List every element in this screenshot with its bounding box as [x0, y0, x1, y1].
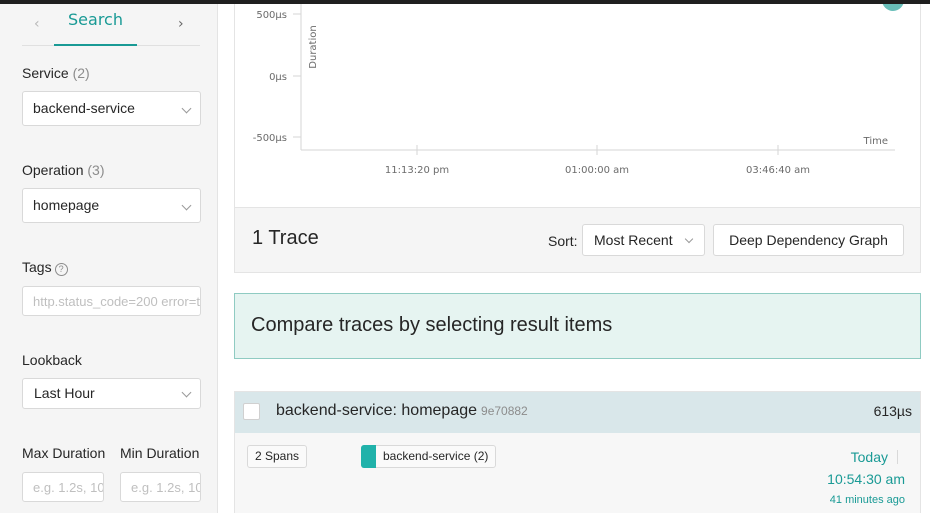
min-duration-input[interactable] [120, 472, 201, 502]
tags-label: Tags? [22, 259, 68, 276]
chevron-right-icon[interactable]: › [178, 16, 184, 32]
lookback-select-value: Last Hour [34, 385, 95, 401]
max-duration-label: Max Duration [22, 445, 106, 461]
operation-count: (3) [87, 162, 105, 178]
trace-id: 9e70882 [481, 404, 528, 418]
sort-select-value: Most Recent [594, 232, 673, 248]
trace-time: 10:54:30 am [827, 471, 905, 487]
lookback-select[interactable]: Last Hour [22, 378, 201, 409]
chevron-down-icon [181, 103, 192, 114]
date-separator [897, 450, 898, 464]
compare-traces-banner: Compare traces by selecting result items [234, 293, 921, 359]
trace-title-text: backend-service: homepage [276, 402, 478, 419]
results-header: 1 Trace Sort: Most Recent Deep Dependenc… [234, 207, 921, 273]
trace-relative-time: 41 minutes ago [829, 494, 905, 506]
max-duration-input[interactable] [22, 472, 104, 502]
x-tick-label: 11:13:20 pm [385, 165, 449, 176]
trace-duration: 613µs [873, 403, 912, 419]
trace-title[interactable]: backend-service: homepage 9e70882 [276, 402, 528, 420]
x-tick-label: 01:00:00 am [565, 165, 629, 176]
help-icon[interactable]: ? [54, 263, 68, 276]
chevron-left-icon[interactable]: ‹ [34, 16, 40, 32]
compare-traces-text: Compare traces by selecting result items [251, 314, 613, 336]
trace-point[interactable] [882, 0, 904, 11]
service-tag: backend-service (2) [361, 445, 497, 468]
chevron-down-icon [684, 234, 694, 244]
service-select-value: backend-service [33, 100, 135, 116]
trace-result-item: backend-service: homepage 9e70882 613µs 2… [234, 391, 921, 513]
service-color-swatch [361, 445, 376, 468]
chevron-down-icon [181, 387, 192, 398]
scatter-plot-svg: Duration Time 500µs 0µs -500µs 11:13:20 pm… [253, 0, 904, 176]
service-count: (2) [72, 65, 90, 81]
tags-input[interactable] [22, 286, 201, 316]
sidebar-tabs: ‹ Search › [22, 4, 200, 46]
service-select[interactable]: backend-service [22, 91, 201, 126]
sort-label: Sort: [548, 233, 578, 249]
trace-date: Today [850, 449, 888, 465]
min-duration-label: Min Duration [120, 445, 200, 461]
y-tick-label: 0µs [269, 72, 287, 83]
sort-select[interactable]: Most Recent [582, 224, 705, 256]
x-axis-title: Time [863, 136, 888, 147]
deep-dependency-graph-button[interactable]: Deep Dependency Graph [713, 224, 904, 256]
y-axis-title: Duration [308, 25, 319, 68]
search-sidebar: ‹ Search › Service (2) backend-service O… [0, 4, 218, 513]
y-tick-label: 500µs [256, 10, 287, 21]
trace-select-checkbox[interactable] [243, 403, 260, 420]
tab-search[interactable]: Search [54, 4, 137, 46]
spans-count-tag: 2 Spans [247, 445, 308, 468]
chevron-down-icon [181, 200, 192, 211]
lookback-label: Lookback [22, 352, 82, 368]
trace-scatter-chart: Duration Time 500µs 0µs -500µs 11:13:20 pm… [234, 0, 921, 208]
trace-count: 1 Trace [252, 227, 319, 249]
trace-result-body: 2 Spans backend-service (2) Today 10:54:… [235, 433, 920, 513]
tags-label-text: Tags [22, 259, 52, 275]
service-label: Service (2) [22, 65, 90, 81]
operation-label: Operation (3) [22, 162, 105, 178]
service-tag-label: backend-service (2) [383, 449, 489, 463]
operation-select-value: homepage [33, 197, 100, 213]
x-tick-label: 03:46:40 am [746, 165, 810, 176]
operation-select[interactable]: homepage [22, 188, 201, 223]
y-tick-label: -500µs [253, 133, 287, 144]
trace-result-header[interactable]: backend-service: homepage 9e70882 613µs [235, 392, 920, 433]
operation-label-text: Operation [22, 162, 84, 178]
service-label-text: Service [22, 65, 69, 81]
